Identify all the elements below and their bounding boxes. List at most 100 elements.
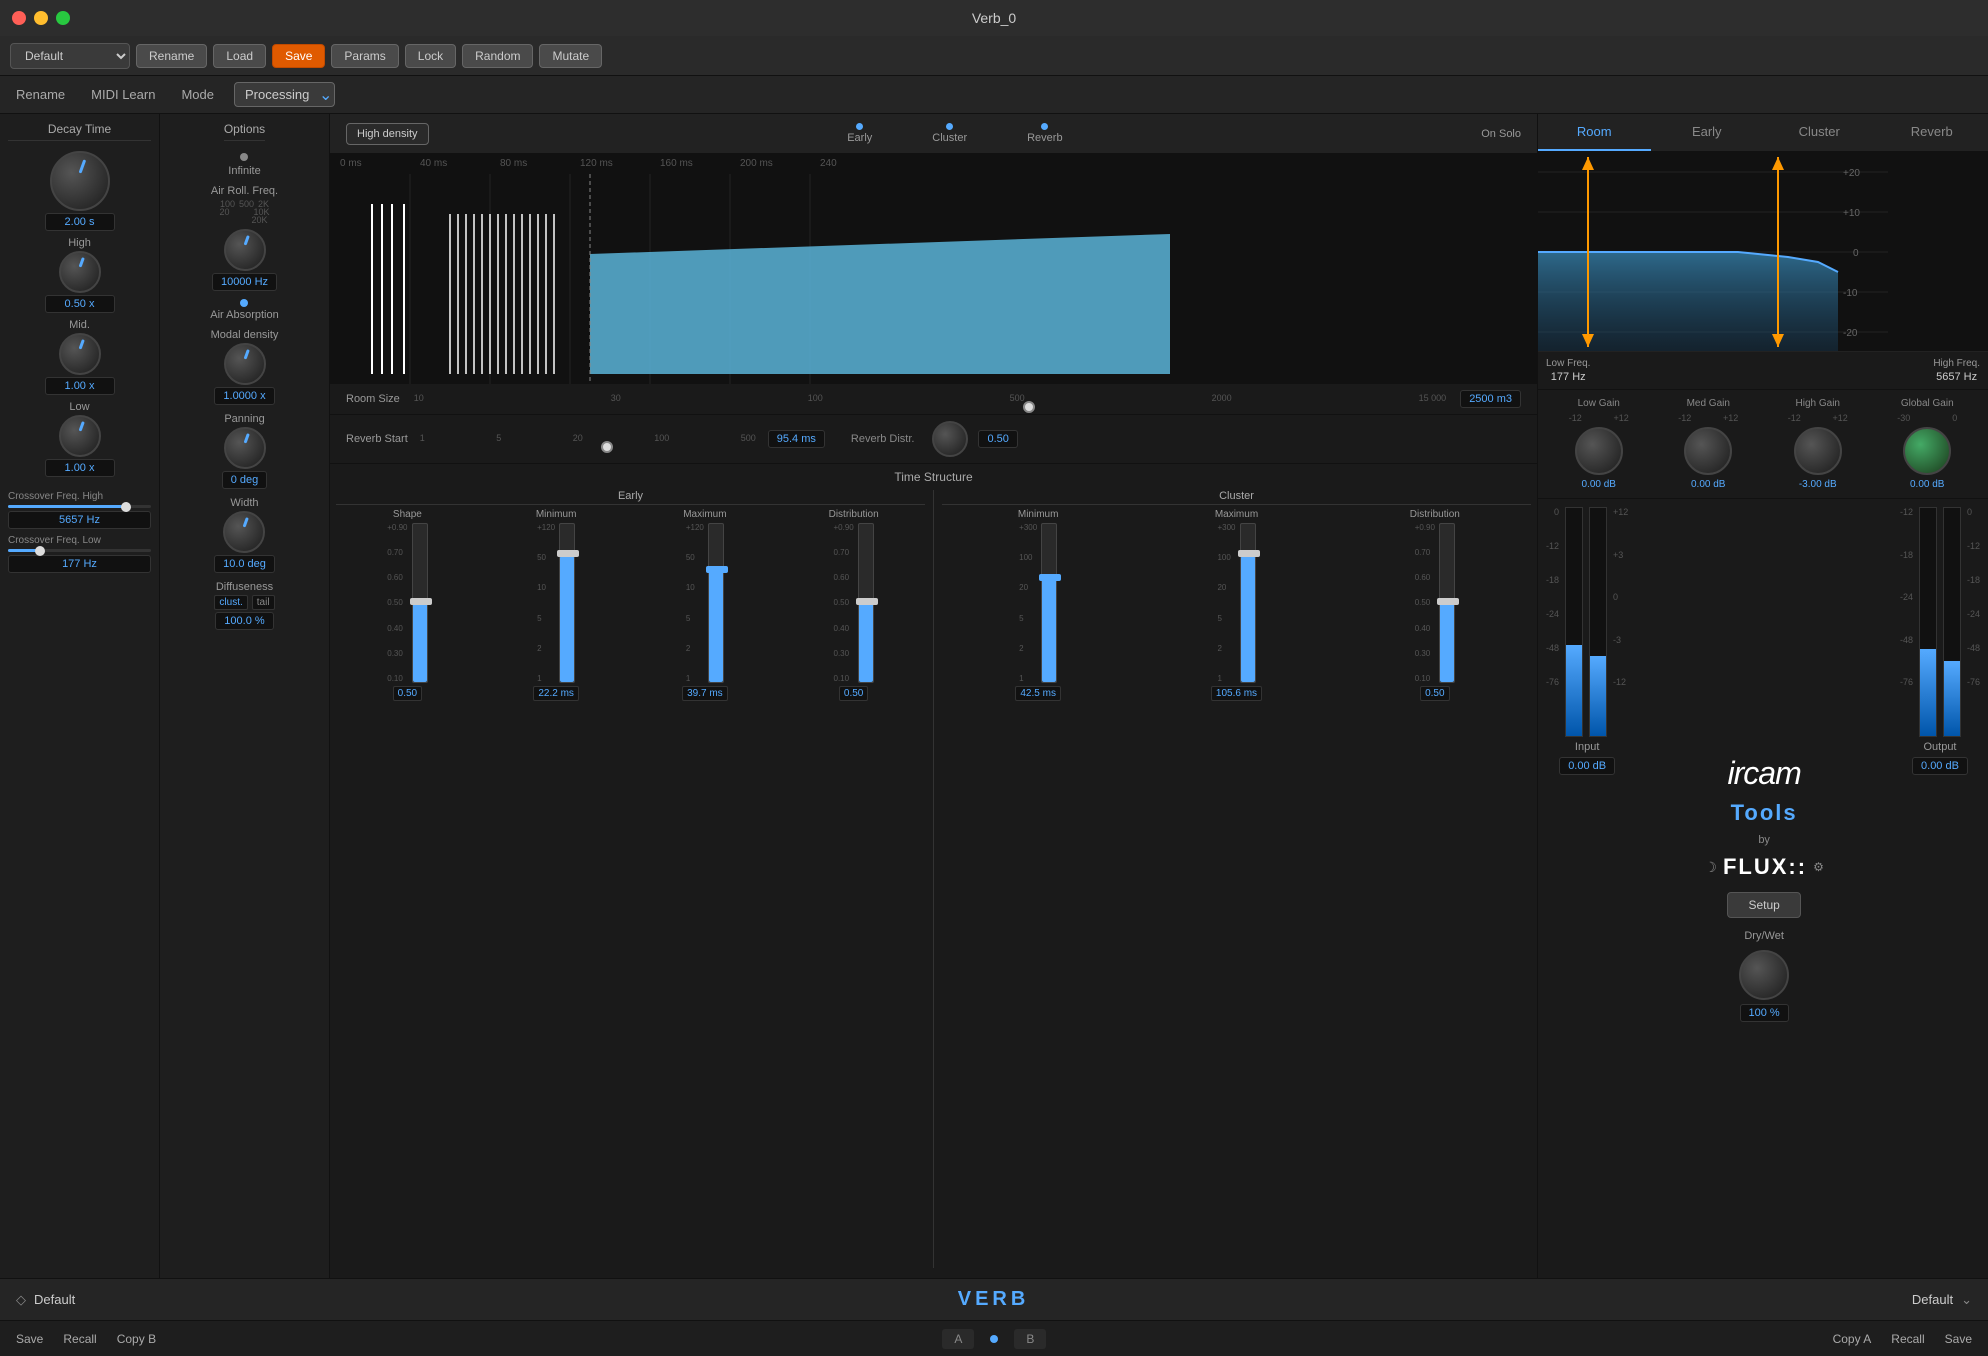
a-button[interactable]: A [942, 1329, 974, 1349]
bottom-right-preset-name[interactable]: Default [1912, 1292, 1953, 1307]
viz-tab-cluster[interactable]: Cluster [932, 123, 967, 144]
footer-recall-r-button[interactable]: Recall [1891, 1332, 1924, 1346]
reverb-distr-knob[interactable] [932, 421, 968, 457]
reverb-start-value[interactable]: 95.4 ms [768, 430, 825, 448]
modal-density-option: Modal density 1.0000 x [211, 329, 279, 405]
med-gain-value[interactable]: 0.00 dB [1691, 479, 1725, 490]
early-max-thumb[interactable] [706, 566, 728, 573]
decay-mid-value[interactable]: 1.00 x [45, 377, 115, 395]
rename-mode-button[interactable]: Rename [10, 83, 71, 106]
early-min-thumb[interactable] [557, 550, 579, 557]
tab-room[interactable]: Room [1538, 114, 1651, 151]
width-knob[interactable] [223, 511, 265, 553]
cluster-min-thumb[interactable] [1039, 574, 1061, 581]
decay-low-knob[interactable] [59, 415, 101, 457]
high-gain-value[interactable]: -3.00 dB [1799, 479, 1837, 490]
setup-button[interactable]: Setup [1727, 892, 1800, 918]
decay-main-knob[interactable] [50, 151, 110, 211]
footer-copy-a-button[interactable]: Copy A [1833, 1332, 1872, 1346]
high-gain-knob[interactable] [1794, 427, 1842, 475]
load-button[interactable]: Load [213, 44, 266, 68]
air-roll-freq-knob[interactable] [224, 229, 266, 271]
shape-slider-thumb[interactable] [410, 598, 432, 605]
ts-cluster-min-label: Minimum [1018, 509, 1059, 520]
params-button[interactable]: Params [331, 44, 398, 68]
tab-cluster[interactable]: Cluster [1763, 114, 1876, 151]
close-button[interactable] [12, 11, 26, 25]
rename-button[interactable]: Rename [136, 44, 207, 68]
maximize-button[interactable] [56, 11, 70, 25]
footer-save-r-button[interactable]: Save [1945, 1332, 1972, 1346]
med-gain-knob[interactable] [1684, 427, 1732, 475]
early-dist-slider-track[interactable] [858, 523, 874, 683]
viz-tab-reverb[interactable]: Reverb [1027, 123, 1062, 144]
cluster-dist-slider-track[interactable] [1439, 523, 1455, 683]
modal-density-knob[interactable] [224, 343, 266, 385]
flux-brand: FLUX:: [1723, 854, 1807, 880]
decay-high-value[interactable]: 0.50 x [45, 295, 115, 313]
low-freq-value[interactable]: 177 Hz [1551, 371, 1586, 383]
random-button[interactable]: Random [462, 44, 533, 68]
global-gain-knob[interactable] [1903, 427, 1951, 475]
midi-learn-button[interactable]: MIDI Learn [85, 83, 161, 106]
tab-reverb[interactable]: Reverb [1876, 114, 1988, 151]
vu-left-scale: 0 -12 -18 -24 -48 -76 [1546, 507, 1559, 687]
footer-save-button[interactable]: Save [16, 1332, 43, 1346]
flux-row: ☽ FLUX:: ⚙ [1704, 854, 1823, 880]
output-value[interactable]: 0.00 dB [1912, 757, 1968, 775]
decay-low-value[interactable]: 1.00 x [45, 459, 115, 477]
cluster-min-slider-track[interactable] [1041, 523, 1057, 683]
drywet-knob[interactable] [1739, 950, 1789, 1000]
decay-mid-knob[interactable] [59, 333, 101, 375]
early-max-slider-track[interactable] [708, 523, 724, 683]
rs-500: 500 [741, 433, 756, 443]
crossover-low-value[interactable]: 177 Hz [8, 555, 151, 573]
early-dist-thumb[interactable] [856, 598, 878, 605]
bottom-left-preset-name[interactable]: Default [34, 1292, 75, 1307]
minimize-button[interactable] [34, 11, 48, 25]
drywet-value[interactable]: 100 % [1740, 1004, 1789, 1022]
drywet-label: Dry/Wet [1744, 930, 1784, 942]
vu-input-r [1589, 507, 1607, 737]
lock-button[interactable]: Lock [405, 44, 456, 68]
cluster-max-thumb[interactable] [1238, 550, 1260, 557]
shape-slider-track[interactable] [412, 523, 428, 683]
width-value[interactable]: 10.0 deg [214, 555, 275, 573]
diffuseness-tail[interactable]: tail [252, 595, 275, 610]
diffuseness-value[interactable]: 100.0 % [215, 612, 273, 630]
room-size-value[interactable]: 2500 m3 [1460, 390, 1521, 408]
decay-title: Decay Time [8, 122, 151, 141]
early-label: Early [847, 132, 872, 144]
panning-value[interactable]: 0 deg [222, 471, 268, 489]
high-freq-value[interactable]: 5657 Hz [1936, 371, 1977, 383]
b-button[interactable]: B [1014, 1329, 1046, 1349]
tab-early[interactable]: Early [1651, 114, 1764, 151]
decay-high-knob[interactable] [59, 251, 101, 293]
high-density-button[interactable]: High density [346, 123, 429, 145]
low-gain-value[interactable]: 0.00 dB [1582, 479, 1616, 490]
early-min-slider-track[interactable] [559, 523, 575, 683]
global-gain-value[interactable]: 0.00 dB [1910, 479, 1944, 490]
footer-recall-button[interactable]: Recall [63, 1332, 96, 1346]
crossover-high-value[interactable]: 5657 Hz [8, 511, 151, 529]
diffuseness-clust[interactable]: clust. [214, 595, 247, 610]
cluster-dist-thumb[interactable] [1437, 598, 1459, 605]
low-gain-knob[interactable] [1575, 427, 1623, 475]
panning-knob[interactable] [224, 427, 266, 469]
ts-early-min-value: 22.2 ms [533, 686, 579, 701]
save-button[interactable]: Save [272, 44, 325, 68]
viz-tab-early[interactable]: Early [847, 123, 872, 144]
decay-main-value[interactable]: 2.00 s [45, 213, 115, 231]
preset-dropdown[interactable]: Default [10, 43, 130, 69]
mode-select[interactable]: Processing [234, 82, 335, 107]
air-roll-freq-value[interactable]: 10000 Hz [212, 273, 277, 291]
reverb-distr-value[interactable]: 0.50 [978, 430, 1017, 448]
footer-copy-b-button[interactable]: Copy B [117, 1332, 156, 1346]
cluster-max-slider-track[interactable] [1240, 523, 1256, 683]
mutate-button[interactable]: Mutate [539, 44, 602, 68]
ircam-by-row: by [1758, 834, 1770, 846]
input-value[interactable]: 0.00 dB [1559, 757, 1615, 775]
scale-15000: 15 000 [1419, 393, 1447, 403]
gear-icon[interactable]: ⚙ [1813, 860, 1824, 874]
modal-density-value[interactable]: 1.0000 x [214, 387, 274, 405]
